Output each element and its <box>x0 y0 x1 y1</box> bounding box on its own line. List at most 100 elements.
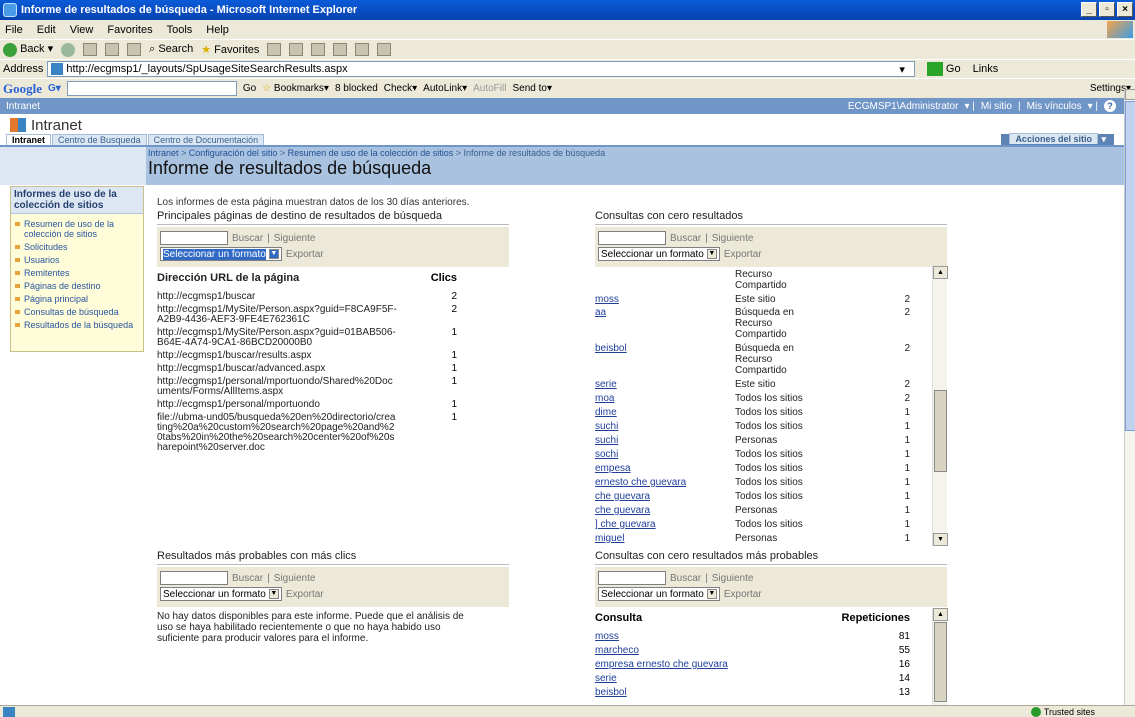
spellcheck-button[interactable]: Check▾ <box>384 83 417 94</box>
query-link[interactable]: miguel <box>595 534 735 544</box>
export-link[interactable]: Exportar <box>724 589 762 600</box>
tab-intranet[interactable]: Intranet <box>6 134 52 145</box>
scroll-up-icon[interactable]: ▲ <box>933 266 948 279</box>
format-select[interactable]: Seleccionar un formato ▼ <box>160 587 282 601</box>
filter-input[interactable] <box>160 571 228 585</box>
nav-paginas-destino[interactable]: Páginas de destino <box>14 281 140 291</box>
filter-input[interactable] <box>160 231 228 245</box>
breadcrumb-config[interactable]: Configuración del sitio <box>189 148 278 158</box>
query-link[interactable]: beisbol <box>595 344 735 354</box>
query-link[interactable]: suchi <box>595 436 735 446</box>
scroll-thumb[interactable] <box>934 622 947 702</box>
query-link[interactable] <box>595 281 735 291</box>
nav-usuarios[interactable]: Usuarios <box>14 255 140 265</box>
messenger-icon[interactable] <box>377 43 392 56</box>
menu-favorites[interactable]: Favorites <box>107 24 152 36</box>
breadcrumb-intranet[interactable]: Intranet <box>148 148 179 158</box>
help-icon[interactable]: ? <box>1104 100 1116 112</box>
user-menu[interactable]: ECGMSP1\Administrator <box>848 101 959 112</box>
query-link[interactable]: dime <box>595 408 735 418</box>
google-go-button[interactable]: Go <box>243 83 256 94</box>
query-link[interactable]: moa <box>595 394 735 404</box>
query-link[interactable] <box>595 330 735 340</box>
siguiente-link[interactable]: Siguiente <box>712 233 754 244</box>
back-button[interactable]: Back ▾ <box>3 42 53 57</box>
history-icon[interactable] <box>289 43 304 56</box>
tab-centro-busqueda[interactable]: Centro de Busqueda <box>52 134 147 145</box>
bookmarks-button[interactable]: ☆ Bookmarks▾ <box>262 83 329 94</box>
my-site-link[interactable]: Mi sitio <box>981 101 1012 112</box>
query-link[interactable]: beisbol <box>595 688 835 698</box>
my-links-menu[interactable]: Mis vínculos <box>1027 101 1082 112</box>
links-button[interactable]: Links <box>973 63 999 75</box>
home-icon[interactable] <box>127 43 142 56</box>
query-link[interactable]: empesa <box>595 464 735 474</box>
buscar-link[interactable]: Buscar <box>232 573 263 584</box>
query-link[interactable]: ] che guevara <box>595 520 735 530</box>
favorites-button[interactable]: ★ Favorites <box>201 43 259 56</box>
google-menu-icon[interactable]: G▾ <box>48 83 61 94</box>
filter-input[interactable] <box>598 571 666 585</box>
best-bets-scrollbar[interactable]: ▲ <box>932 608 948 705</box>
query-link[interactable] <box>595 319 735 329</box>
stop-icon[interactable] <box>83 43 98 56</box>
query-link[interactable]: moss <box>595 632 835 642</box>
siguiente-link[interactable]: Siguiente <box>712 573 754 584</box>
scroll-up-icon[interactable]: ▲ <box>933 608 948 621</box>
query-link[interactable]: empresa ernesto che guevara <box>595 660 835 670</box>
page-scroll-thumb[interactable] <box>1125 101 1135 431</box>
query-link[interactable] <box>595 355 735 365</box>
scroll-down-icon[interactable]: ▼ <box>933 533 948 546</box>
format-select[interactable]: Seleccionar un formato ▼ <box>160 247 282 261</box>
autofill-button[interactable]: AutoFill <box>473 83 506 94</box>
query-link[interactable]: serie <box>595 674 835 684</box>
menu-file[interactable]: File <box>5 24 23 36</box>
address-dropdown-icon[interactable]: ▾ <box>899 63 905 76</box>
autolink-button[interactable]: AutoLink▾ <box>423 83 467 94</box>
search-button[interactable]: ⌕ Search <box>149 43 193 56</box>
menu-help[interactable]: Help <box>206 24 229 36</box>
nav-pagina-principal[interactable]: Página principal <box>14 294 140 304</box>
page-scroll-up-icon[interactable] <box>1125 89 1135 100</box>
zero-results-scrollbar[interactable]: ▲ ▼ <box>932 266 948 546</box>
query-link[interactable]: serie <box>595 380 735 390</box>
minimize-button[interactable]: _ <box>1081 2 1097 17</box>
go-button[interactable]: Go <box>926 62 961 76</box>
query-link[interactable]: ernesto che guevara <box>595 478 735 488</box>
menu-view[interactable]: View <box>70 24 94 36</box>
filter-input[interactable] <box>598 231 666 245</box>
export-link[interactable]: Exportar <box>724 249 762 260</box>
site-title-text[interactable]: Intranet <box>31 117 82 134</box>
menu-tools[interactable]: Tools <box>167 24 193 36</box>
nav-consultas[interactable]: Consultas de búsqueda <box>14 307 140 317</box>
tab-centro-documentacion[interactable]: Centro de Documentación <box>147 134 265 145</box>
query-link[interactable]: moss <box>595 295 735 305</box>
siguiente-link[interactable]: Siguiente <box>274 233 316 244</box>
export-link[interactable]: Exportar <box>286 589 324 600</box>
siguiente-link[interactable]: Siguiente <box>274 573 316 584</box>
page-scrollbar[interactable] <box>1124 89 1135 705</box>
nav-resumen[interactable]: Resumen de uso de la colección de sitios <box>14 219 140 239</box>
sendto-button[interactable]: Send to▾ <box>512 83 552 94</box>
query-link[interactable]: sochi <box>595 450 735 460</box>
query-link[interactable]: che guevara <box>595 506 735 516</box>
media-icon[interactable] <box>267 43 282 56</box>
query-link[interactable] <box>595 366 735 376</box>
folder-icon[interactable] <box>355 43 370 56</box>
refresh-icon[interactable] <box>105 43 120 56</box>
nav-solicitudes[interactable]: Solicitudes <box>14 242 140 252</box>
buscar-link[interactable]: Buscar <box>232 233 263 244</box>
nav-remitentes[interactable]: Remitentes <box>14 268 140 278</box>
format-select[interactable]: Seleccionar un formato ▼ <box>598 247 720 261</box>
address-field[interactable]: http://ecgmsp1/_layouts/SpUsageSiteSearc… <box>47 61 916 77</box>
quick-launch-header[interactable]: Informes de uso de la colección de sitio… <box>11 187 143 214</box>
google-search-input[interactable] <box>66 81 237 96</box>
mail-icon[interactable] <box>311 43 326 56</box>
format-select[interactable]: Seleccionar un formato ▼ <box>598 587 720 601</box>
query-link[interactable]: aa <box>595 308 735 318</box>
forward-button[interactable] <box>61 42 76 57</box>
menu-edit[interactable]: Edit <box>37 24 56 36</box>
popup-blocker[interactable]: 8 blocked <box>335 83 378 94</box>
close-button[interactable]: × <box>1117 2 1133 17</box>
query-link[interactable]: che guevara <box>595 492 735 502</box>
